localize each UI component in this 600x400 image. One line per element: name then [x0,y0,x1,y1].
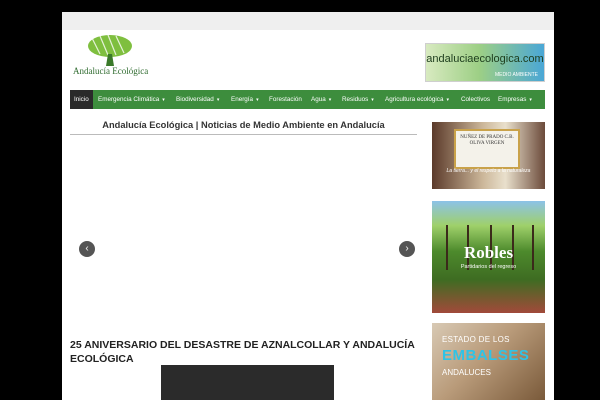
ad-line-2: EMBALSES [442,347,530,364]
nav-item-forestacion[interactable]: Forestación [269,90,302,109]
main-navigation: Inicio Emergencia Climática ▾ Biodiversid… [70,90,545,109]
top-bar [62,12,554,30]
chevron-down-icon: ▾ [529,97,532,103]
nav-item-emergencia-climatica[interactable]: Emergencia Climática ▾ [98,90,165,109]
nav-item-empresas[interactable]: Empresas ▾ [498,90,532,109]
logo-text: Andalucía Ecológica [73,66,149,76]
chevron-down-icon: ▾ [328,97,332,103]
ad-slogan: La tierra... y el respeto a la naturalez… [446,168,531,174]
ad-brand: Robles [463,243,514,262]
chevron-down-icon: ▾ [256,97,259,103]
nav-item-residuos[interactable]: Residuos ▾ [342,90,374,109]
chevron-down-icon: ▾ [216,97,220,103]
nav-item-agua[interactable]: Agua ▾ [311,90,331,109]
banner-text: andaluciaecologica.com [426,53,544,65]
featured-slider: ‹ › [70,136,417,338]
plaque-text: NUÑEZ DE PRADO C.B. OLIVA VIRGEN [460,135,514,146]
banner-subtext: MEDIO AMBIENTE [494,72,538,78]
sidebar-ad-nunez-de-prado[interactable]: NUÑEZ DE PRADO C.B. OLIVA VIRGEN La tier… [432,122,545,189]
nav-item-colectivos[interactable]: Colectivos [461,90,490,109]
nav-item-inicio[interactable]: Inicio [70,90,93,109]
site-title: Andalucía Ecológica | Noticias de Medio … [70,120,417,135]
ad-tagline: Partidarios del regreso [460,264,517,270]
sidebar-ad-embalses[interactable]: ESTADO DE LOS EMBALSES ANDALUCES [432,323,545,400]
sidebar-ad-robles[interactable]: Robles Partidarios del regreso [432,201,545,313]
chevron-down-icon: ▾ [162,97,165,103]
header-banner[interactable]: andaluciaecologica.com MEDIO AMBIENTE [425,43,545,82]
nav-item-biodiversidad[interactable]: Biodiversidad ▾ [176,90,219,109]
slider-prev-icon[interactable]: ‹ [79,241,95,257]
video-embed[interactable] [161,365,334,400]
ad-line-1: ESTADO DE LOS [442,335,510,344]
chevron-down-icon: ▾ [446,97,449,103]
page: Andalucía Ecológica andaluciaecologica.c… [62,12,554,400]
post-title[interactable]: 25 ANIVERSARIO DEL DESASTRE DE AZNALCOLL… [70,339,417,366]
tree-logo-icon [88,34,132,66]
slider-next-icon[interactable]: › [399,241,415,257]
nav-item-agricultura-ecologica[interactable]: Agricultura ecológica ▾ [385,90,449,109]
ad-line-3: ANDALUCES [442,368,491,377]
site-logo[interactable]: Andalucía Ecológica [70,34,160,90]
nav-item-energia[interactable]: Energía ▾ [231,90,259,109]
ad-plaque: NUÑEZ DE PRADO C.B. OLIVA VIRGEN [454,129,520,169]
chevron-down-icon: ▾ [371,97,374,103]
